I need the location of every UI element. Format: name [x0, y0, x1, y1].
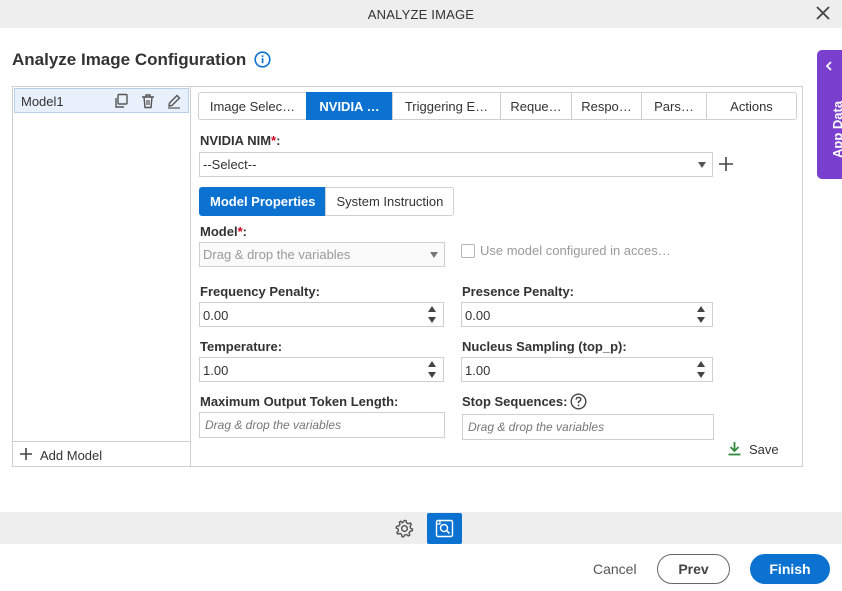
number-stepper[interactable] [697, 361, 705, 379]
edit-icon[interactable] [166, 93, 182, 109]
delete-icon[interactable] [140, 93, 156, 109]
info-icon[interactable] [254, 51, 271, 68]
model-name: Model1 [21, 94, 64, 109]
tab-triggering-events[interactable]: Triggering E… [392, 92, 501, 120]
number-stepper[interactable] [428, 361, 436, 379]
chevron-left-icon [825, 61, 832, 71]
model-select[interactable]: Drag & drop the variables [199, 242, 445, 267]
tab-parse[interactable]: Pars… [641, 92, 707, 120]
model-placeholder: Drag & drop the variables [203, 247, 351, 262]
temperature-label: Temperature: [200, 339, 283, 354]
presence-penalty-label: Presence Penalty: [462, 284, 575, 299]
help-icon[interactable] [570, 393, 587, 410]
dialog-title: ANALYZE IMAGE [367, 7, 475, 22]
config-tabs: Image Selec… NVIDIA … Triggering E… Requ… [198, 92, 797, 120]
nvidia-nim-select[interactable]: --Select-- [199, 152, 713, 177]
tab-nvidia[interactable]: NVIDIA … [306, 92, 393, 120]
temperature-value: 1.00 [203, 363, 229, 378]
tab-image-selection[interactable]: Image Selec… [198, 92, 307, 120]
tab-actions[interactable]: Actions [706, 92, 797, 120]
bottom-toolbar [0, 512, 842, 544]
subtab-system-instruction[interactable]: System Instruction [325, 187, 455, 216]
add-model-button[interactable]: Add Model [12, 441, 191, 467]
frequency-penalty-input[interactable]: 0.00 [199, 302, 444, 327]
use-model-configured-label: Use model configured in acces… [480, 243, 671, 258]
finish-button[interactable]: Finish [750, 554, 830, 584]
stop-sequences-label: Stop Sequences: [462, 394, 568, 409]
page-title: Analyze Image Configuration [12, 50, 247, 69]
nvidia-nim-value: --Select-- [203, 157, 257, 172]
chevron-down-icon [698, 162, 706, 168]
number-stepper[interactable] [428, 306, 436, 324]
add-model-label: Add Model [40, 448, 103, 463]
save-label: Save [749, 442, 779, 457]
nucleus-sampling-value: 1.00 [465, 363, 491, 378]
nvidia-subtabs: Model Properties System Instruction [199, 187, 455, 216]
analyze-image-tool-button[interactable] [427, 513, 462, 544]
temperature-input[interactable]: 1.00 [199, 357, 444, 382]
cancel-button[interactable]: Cancel [593, 561, 637, 577]
dialog-titlebar: ANALYZE IMAGE [0, 0, 842, 28]
max-output-token-input[interactable]: Drag & drop the variables [199, 412, 445, 438]
frequency-penalty-label: Frequency Penalty: [200, 284, 320, 299]
model-list-panel: Model1 Add Model [12, 86, 191, 467]
stop-sequences-input[interactable]: Drag & drop the variables [462, 414, 714, 440]
app-data-label: App Data [830, 100, 842, 158]
image-search-icon [435, 519, 454, 538]
chevron-down-icon [430, 252, 438, 258]
model-label: Model*: [200, 224, 247, 239]
number-stepper[interactable] [697, 306, 705, 324]
stop-sequences-placeholder: Drag & drop the variables [468, 420, 605, 434]
add-nim-connection-icon[interactable] [718, 156, 734, 172]
max-output-token-placeholder: Drag & drop the variables [205, 418, 342, 432]
model-list-item[interactable]: Model1 [14, 88, 189, 113]
duplicate-icon[interactable] [113, 93, 129, 109]
prev-button[interactable]: Prev [657, 554, 730, 584]
tab-response[interactable]: Respo… [571, 92, 642, 120]
max-output-token-label: Maximum Output Token Length: [200, 394, 399, 409]
presence-penalty-input[interactable]: 0.00 [461, 302, 713, 327]
subtab-model-properties[interactable]: Model Properties [199, 187, 327, 216]
gear-icon[interactable] [395, 519, 414, 538]
nucleus-sampling-input[interactable]: 1.00 [461, 357, 713, 382]
presence-penalty-value: 0.00 [465, 308, 491, 323]
nucleus-sampling-label: Nucleus Sampling (top_p): [462, 339, 627, 354]
plus-icon [20, 448, 32, 460]
nvidia-nim-label: NVIDIA NIM*: [200, 133, 281, 148]
app-data-panel-toggle[interactable]: App Data [817, 50, 842, 179]
frequency-penalty-value: 0.00 [203, 308, 229, 323]
download-icon [728, 442, 741, 456]
close-icon[interactable] [815, 5, 831, 21]
checkbox-box[interactable] [461, 244, 475, 258]
tab-request[interactable]: Reque… [500, 92, 572, 120]
